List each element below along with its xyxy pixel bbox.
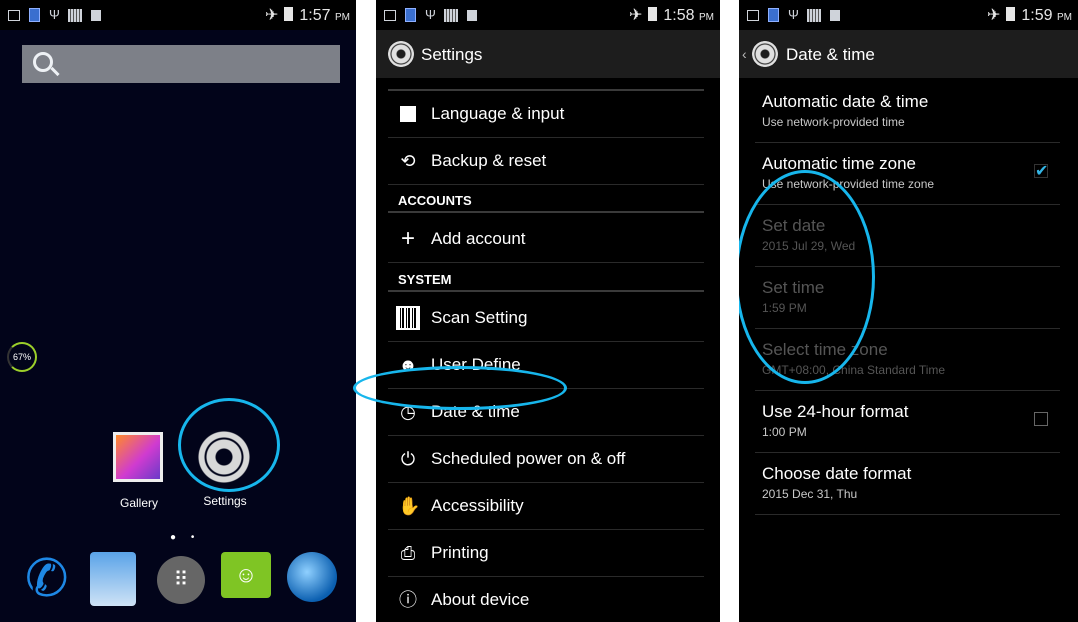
keyboard-icon xyxy=(8,9,20,21)
page-title: Date & time xyxy=(786,45,875,64)
gallery-app[interactable]: Gallery xyxy=(113,432,165,510)
sd-card-icon xyxy=(467,9,477,21)
language-icon: A xyxy=(400,106,416,122)
settings-gear-icon[interactable] xyxy=(388,41,414,67)
barcode-notification-icon xyxy=(807,8,821,22)
phone-icon[interactable]: ✆ xyxy=(25,552,77,606)
usb-icon: Ψ xyxy=(788,7,799,22)
usb-icon: Ψ xyxy=(49,7,60,22)
settings-item-backup[interactable]: ⟲ Backup & reset xyxy=(388,138,704,185)
gallery-label: Gallery xyxy=(119,496,158,510)
contacts-icon[interactable] xyxy=(90,552,136,606)
row-title: Automatic time zone xyxy=(762,154,917,173)
backup-icon: ⟲ xyxy=(400,151,416,171)
settings-item-label: Scheduled power on & off xyxy=(431,449,626,468)
settings-item-label: Accessibility xyxy=(431,496,524,515)
settings-item-label: Language & input xyxy=(431,104,565,123)
settings-item-printing[interactable]: ⎙ Printing xyxy=(388,530,704,577)
use-24-hour-checkbox[interactable] xyxy=(1034,412,1048,426)
status-bar: Ψ ✈ 1:58 PM xyxy=(376,0,720,30)
printer-icon: ⎙ xyxy=(400,543,416,563)
settings-item-about[interactable]: ⓘ About device xyxy=(388,577,704,622)
sd-card-icon xyxy=(91,9,101,21)
plus-icon: + xyxy=(400,225,415,252)
annotation-circle-settings xyxy=(178,398,280,492)
row-title: Choose date format xyxy=(762,464,912,483)
section-header-accounts: ACCOUNTS xyxy=(398,193,472,208)
section-header-system: SYSTEM xyxy=(398,272,452,287)
settings-item-label: Add account xyxy=(431,229,526,248)
hand-icon: ✋ xyxy=(398,496,421,516)
status-bar: Ψ ✈ 1:59 PM xyxy=(739,0,1078,30)
settings-gear-icon[interactable] xyxy=(752,41,778,67)
settings-item-scheduled-power[interactable]: ⏻ Scheduled power on & off xyxy=(388,436,704,483)
status-bar: Ψ ✈ 1:57 PM xyxy=(0,0,356,30)
section-divider xyxy=(388,290,704,292)
settings-item-add-account[interactable]: + Add account xyxy=(388,216,704,263)
usb-icon: Ψ xyxy=(425,7,436,22)
row-subtitle: Use network-provided time xyxy=(762,115,905,129)
sd-card-icon xyxy=(830,9,840,21)
barcode-notification-icon xyxy=(444,8,458,22)
search-icon[interactable] xyxy=(33,52,53,72)
battery-icon xyxy=(1006,7,1016,21)
power-schedule-icon: ⏻ xyxy=(400,449,416,469)
annotation-ellipse-date-time-rows xyxy=(739,170,875,384)
settings-item-label: Scan Setting xyxy=(431,308,528,327)
app-notification-icon xyxy=(29,8,40,22)
row-automatic-date-time[interactable]: Automatic date & time Use network-provid… xyxy=(755,80,1060,143)
section-divider xyxy=(388,211,704,213)
settings-item-language[interactable]: A Language & input xyxy=(388,91,704,138)
app-notification-icon xyxy=(768,8,779,22)
airplane-mode-icon: ✈ xyxy=(265,7,279,24)
row-subtitle: 2015 Dec 31, Thu xyxy=(762,487,858,501)
row-use-24-hour[interactable]: Use 24-hour format 1:00 PM xyxy=(755,390,1060,453)
home-screen: Ψ ✈ 1:57 PM 67% Gallery Settings ● • ✆ ⠿… xyxy=(0,0,356,622)
barcode-icon xyxy=(396,306,420,330)
settings-item-label: About device xyxy=(431,590,530,609)
settings-item-scan-setting[interactable]: Scan Setting xyxy=(388,295,704,342)
battery-icon xyxy=(648,7,658,21)
row-choose-date-format[interactable]: Choose date format 2015 Dec 31, Thu xyxy=(755,452,1060,515)
settings-label: Settings xyxy=(203,494,247,508)
status-clock: 1:57 PM xyxy=(299,7,350,24)
settings-item-label: Printing xyxy=(431,543,489,562)
keyboard-icon xyxy=(747,9,759,21)
battery-widget[interactable]: 67% xyxy=(7,342,37,372)
airplane-mode-icon: ✈ xyxy=(987,7,1001,24)
row-subtitle: 1:00 PM xyxy=(762,425,807,439)
back-chevron-icon[interactable]: ‹ xyxy=(742,46,747,62)
annotation-ellipse-date-time xyxy=(353,366,567,410)
page-indicator: ● • xyxy=(170,532,201,543)
page-title: Settings xyxy=(421,45,483,64)
settings-screen: Ψ ✈ 1:58 PM Settings A Language & input … xyxy=(376,0,720,622)
auto-time-zone-checkbox[interactable] xyxy=(1034,161,1048,181)
messaging-icon[interactable]: ☺ xyxy=(221,552,271,598)
row-title: Automatic date & time xyxy=(762,92,929,111)
keyboard-icon xyxy=(384,9,396,21)
gallery-icon[interactable] xyxy=(113,432,163,482)
status-clock: 1:59 PM xyxy=(1021,7,1072,24)
airplane-mode-icon: ✈ xyxy=(629,7,643,24)
action-bar: ‹ Date & time xyxy=(739,30,1078,78)
status-clock: 1:58 PM xyxy=(663,7,714,24)
search-bar[interactable] xyxy=(22,45,340,83)
battery-icon xyxy=(284,7,294,21)
action-bar: Settings xyxy=(376,30,720,78)
date-time-screen: Ψ ✈ 1:59 PM ‹ Date & time Automatic date… xyxy=(739,0,1078,622)
browser-icon[interactable] xyxy=(287,552,337,602)
all-apps-icon[interactable]: ⠿ xyxy=(157,556,205,604)
info-icon: ⓘ xyxy=(399,590,417,610)
barcode-notification-icon xyxy=(68,8,82,22)
app-notification-icon xyxy=(405,8,416,22)
dock: ✆ ⠿ ☺ xyxy=(25,552,345,614)
settings-item-label: Backup & reset xyxy=(431,151,547,170)
settings-item-accessibility[interactable]: ✋ Accessibility xyxy=(388,483,704,530)
row-title: Use 24-hour format xyxy=(762,402,909,421)
